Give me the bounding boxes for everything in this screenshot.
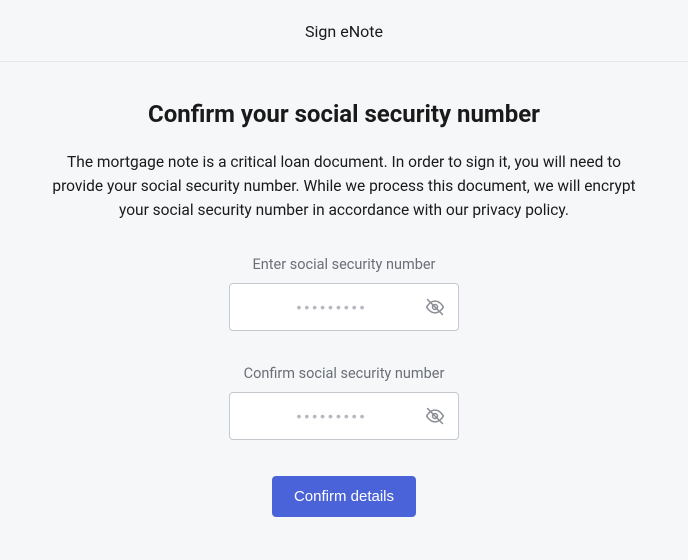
page-title: Confirm your social security number bbox=[50, 100, 638, 128]
confirm-ssn-label: Confirm social security number bbox=[50, 365, 638, 382]
confirm-details-button[interactable]: Confirm details bbox=[272, 476, 416, 517]
toggle-visibility-icon[interactable] bbox=[425, 297, 445, 317]
confirm-ssn-group: Confirm social security number bbox=[50, 365, 638, 440]
main-content: Confirm your social security number The … bbox=[0, 62, 688, 517]
enter-ssn-group: Enter social security number bbox=[50, 256, 638, 331]
toggle-visibility-icon[interactable] bbox=[425, 406, 445, 426]
enter-ssn-input-wrap bbox=[229, 283, 459, 331]
page-header: Sign eNote bbox=[0, 0, 688, 62]
enter-ssn-label: Enter social security number bbox=[50, 256, 638, 273]
page-description: The mortgage note is a critical loan doc… bbox=[50, 150, 638, 222]
confirm-ssn-input-wrap bbox=[229, 392, 459, 440]
header-title: Sign eNote bbox=[305, 22, 383, 41]
